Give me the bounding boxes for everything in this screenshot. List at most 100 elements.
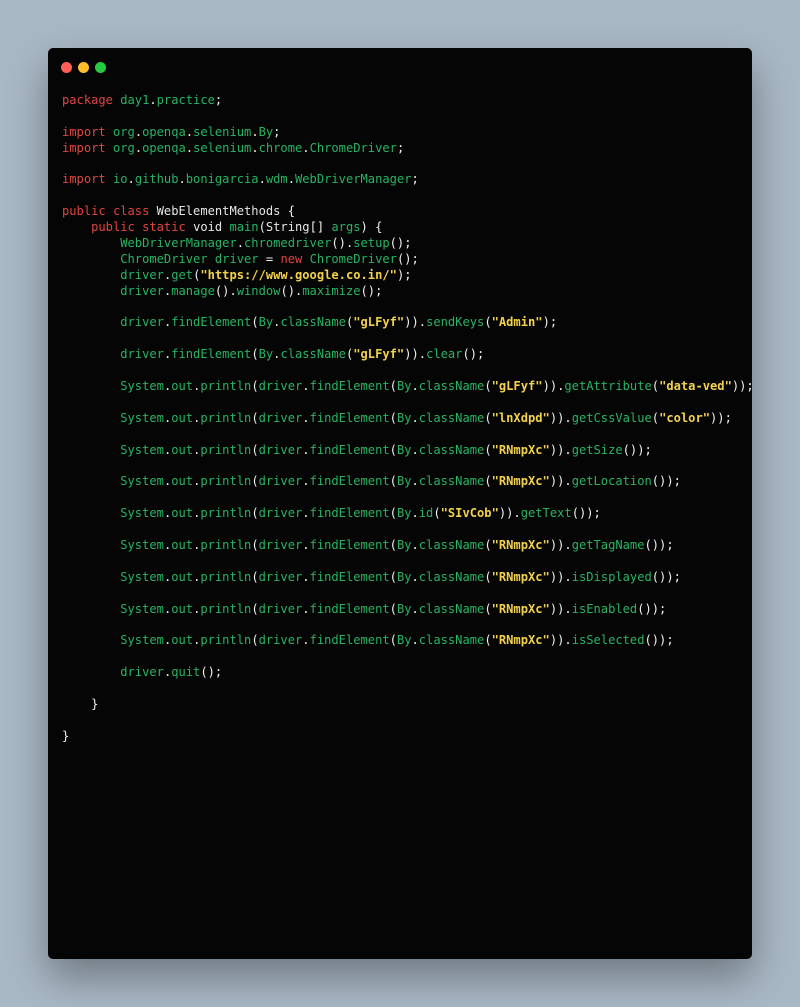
code-token: ( — [484, 537, 492, 552]
code-token: import — [62, 172, 113, 187]
code-token: findElement — [309, 537, 390, 552]
code-token: driver — [258, 474, 303, 489]
code-token: } — [62, 728, 70, 743]
code-token: out — [171, 633, 194, 648]
code-token: "RNmpXc" — [491, 601, 550, 616]
minimize-dot-icon[interactable] — [78, 62, 89, 73]
code-line: System.out.println(driver.findElement(By… — [62, 474, 754, 490]
code-token: . — [302, 569, 310, 584]
code-token: System — [120, 506, 164, 521]
code-token: className — [418, 410, 485, 425]
code-token: className — [280, 347, 346, 362]
code-token: )). — [404, 347, 427, 362]
code-line: System.out.println(driver.findElement(By… — [62, 443, 754, 459]
code-line: System.out.println(driver.findElement(By… — [62, 379, 753, 395]
code-token: isDisplayed — [571, 569, 652, 584]
code-token: . — [411, 537, 419, 552]
code-line: System.out.println(driver.findElement(By… — [62, 633, 754, 649]
code-token: System — [120, 633, 164, 648]
code-token: ( — [484, 442, 492, 457]
code-token: driver — [120, 267, 164, 282]
code-token: selenium — [193, 140, 252, 155]
code-token: findElement — [171, 347, 252, 362]
code-token: ( — [251, 379, 259, 394]
code-line: import org.openqa.selenium.chrome.Chrome… — [62, 141, 754, 157]
code-token: )). — [549, 410, 572, 425]
code-token: quit — [171, 665, 201, 680]
code-token: . — [302, 410, 310, 425]
code-token: ( — [251, 633, 259, 648]
code-token: ChromeDriver — [309, 140, 397, 155]
code-token: findElement — [171, 315, 252, 330]
code-token: ) { — [360, 220, 383, 235]
code-token: ( — [251, 537, 259, 552]
code-token: className — [280, 315, 346, 330]
code-token: . — [251, 124, 259, 139]
code-token: ( — [251, 442, 259, 457]
code-line: public static void main(String[] args) { — [62, 220, 754, 236]
code-token: WebDriverManager — [120, 236, 237, 251]
code-token: "RNmpXc" — [491, 442, 550, 457]
code-token: ( — [484, 379, 492, 394]
code-token: . — [287, 172, 295, 187]
code-token: "SIvCob" — [440, 506, 499, 521]
code-line: driver.findElement(By.className("gLFyf")… — [62, 347, 754, 363]
code-line: System.out.println(driver.findElement(By… — [62, 506, 754, 522]
code-token: "gLFyf" — [353, 315, 405, 330]
code-token: By — [396, 410, 412, 425]
code-token: void — [193, 220, 230, 235]
code-token: WebDriverManager — [295, 172, 412, 187]
code-line: System.out.println(driver.findElement(By… — [62, 538, 754, 554]
code-token: driver — [258, 442, 303, 457]
code-token: getLocation — [571, 474, 652, 489]
code-token: driver — [120, 315, 164, 330]
code-token: ()); — [644, 633, 674, 648]
code-token: (); — [396, 251, 419, 266]
code-token: System — [120, 537, 164, 552]
code-token: System — [120, 410, 164, 425]
code-token: driver — [258, 379, 303, 394]
code-token: chromedriver — [244, 236, 332, 251]
code-token: . — [149, 93, 157, 107]
close-dot-icon[interactable] — [61, 62, 72, 73]
code-token: . — [236, 236, 245, 251]
code-token: "RNmpXc" — [491, 474, 550, 489]
code-token: By — [396, 537, 412, 552]
code-token: ChromeDriver driver — [120, 251, 266, 266]
code-token: By — [396, 601, 412, 616]
code-line: ChromeDriver driver = new ChromeDriver()… — [62, 252, 754, 268]
code-token: new — [280, 251, 310, 266]
code-token: System — [120, 474, 164, 489]
code-token: import — [62, 124, 113, 139]
code-token: (); — [462, 347, 485, 362]
code-token: By — [258, 315, 274, 330]
zoom-dot-icon[interactable] — [95, 62, 106, 73]
code-token: className — [418, 537, 485, 552]
code-token: selenium — [193, 124, 252, 139]
code-token: window — [236, 283, 281, 298]
code-token: ( — [484, 601, 492, 616]
code-token: . — [411, 506, 419, 521]
code-token: )). — [549, 601, 572, 616]
code-token: ( — [484, 633, 492, 648]
code-token: println — [200, 410, 252, 425]
code-token: ( — [251, 410, 259, 425]
code-line: driver.findElement(By.className("gLFyf")… — [62, 315, 754, 331]
code-token: ; — [396, 140, 405, 155]
code-token: isSelected — [571, 633, 645, 648]
code-line: driver.get("https://www.google.co.in/"); — [62, 268, 754, 284]
code-token: findElement — [309, 379, 390, 394]
code-token: println — [200, 601, 252, 616]
code-token: org — [112, 124, 135, 139]
